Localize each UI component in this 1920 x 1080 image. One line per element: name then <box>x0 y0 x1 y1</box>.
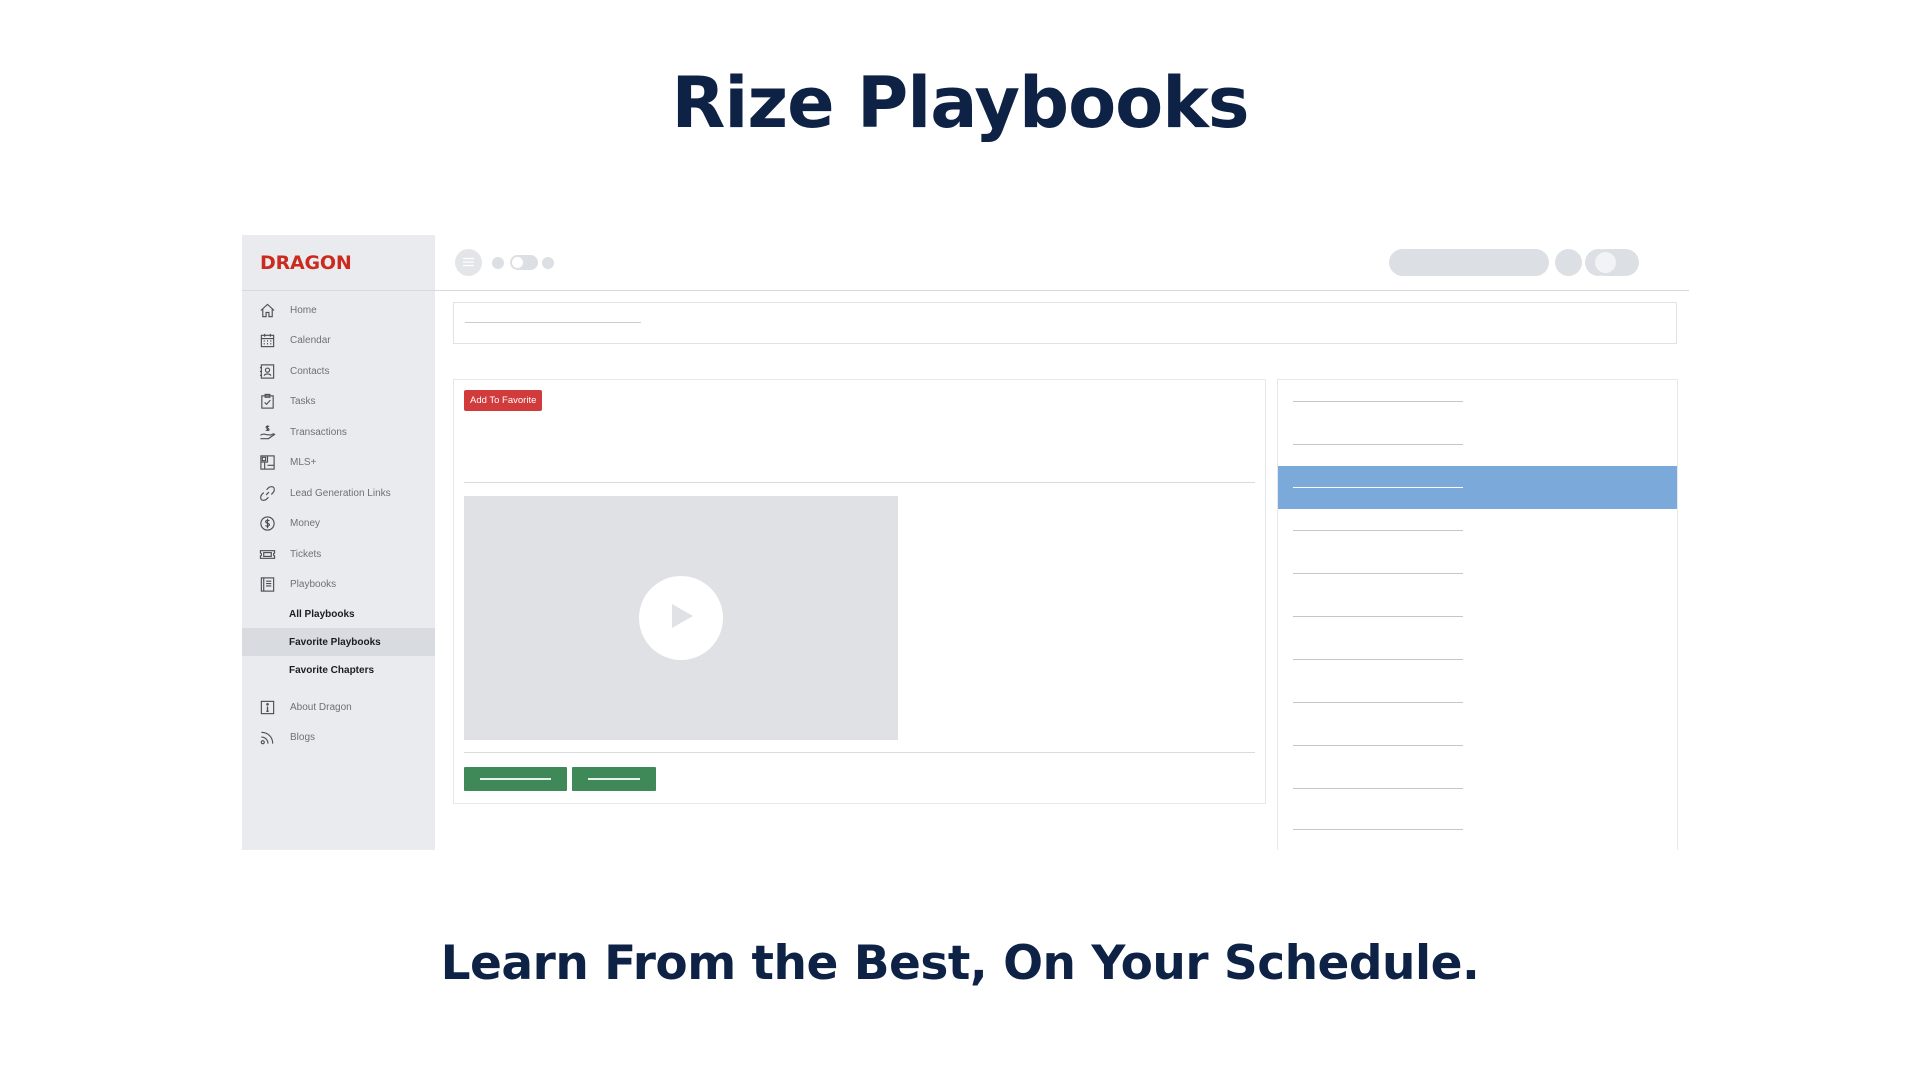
chapter-item[interactable] <box>1278 552 1677 595</box>
sidebar-item-blogs[interactable]: Blogs <box>242 723 435 754</box>
add-to-favorite-button[interactable]: Add To Favorite <box>464 390 543 411</box>
chapter-title-placeholder <box>1293 401 1463 402</box>
sidebar-subitem-all-playbooks[interactable]: All Playbooks <box>242 600 435 628</box>
chapter-title-placeholder <box>1293 573 1463 574</box>
sidebar-item-label: Playbooks <box>290 579 337 591</box>
sidebar-item-tasks[interactable]: Tasks <box>242 387 435 418</box>
book-icon <box>258 576 276 594</box>
chapter-item[interactable] <box>1278 509 1677 552</box>
chapter-item[interactable] <box>1278 808 1677 851</box>
sidebar-item-label: Calendar <box>290 335 331 347</box>
previous-chapter-button[interactable] <box>464 767 567 791</box>
play-button[interactable] <box>639 576 723 660</box>
sidebar-nav: Home Calendar Contacts Tasks Transaction… <box>242 291 435 753</box>
theme-toggle[interactable] <box>1592 249 1639 276</box>
divider <box>464 482 1255 483</box>
chapter-list <box>1277 379 1678 850</box>
app-window: DRAGON Home Calendar Contacts Tasks Tran… <box>242 235 1689 850</box>
notification-button[interactable] <box>1555 249 1582 276</box>
chapter-title-placeholder <box>1293 487 1463 488</box>
chapter-item-active[interactable] <box>1278 466 1677 509</box>
chapter-item[interactable] <box>1278 638 1677 681</box>
play-icon <box>666 601 696 636</box>
chapter-title-placeholder <box>1293 530 1463 531</box>
next-chapter-button[interactable] <box>572 767 656 791</box>
calendar-icon <box>258 332 276 350</box>
sidebar-item-calendar[interactable]: Calendar <box>242 326 435 357</box>
rss-icon <box>258 729 276 747</box>
transactions-icon <box>258 423 276 441</box>
sidebar-item-label: MLS+ <box>290 457 317 469</box>
sidebar-item-mls[interactable]: MLS+ <box>242 448 435 479</box>
breadcrumb <box>453 302 1677 344</box>
brand-name: DRAGON <box>260 251 352 274</box>
status-dot <box>492 257 504 269</box>
chapter-item[interactable] <box>1278 724 1677 767</box>
sidebar: DRAGON Home Calendar Contacts Tasks Tran… <box>242 235 435 850</box>
tasks-icon <box>258 393 276 411</box>
home-icon <box>258 301 276 319</box>
ticket-icon <box>258 545 276 563</box>
chapter-title-placeholder <box>1293 444 1463 445</box>
sidebar-item-playbooks[interactable]: Playbooks <box>242 570 435 601</box>
status-dot <box>542 257 554 269</box>
sidebar-item-label: Home <box>290 304 317 316</box>
hamburger-icon <box>462 254 475 272</box>
sidebar-subitem-favorite-chapters[interactable]: Favorite Chapters <box>242 656 435 684</box>
breadcrumb-placeholder <box>465 322 641 323</box>
button-label-placeholder <box>588 778 640 780</box>
chapter-title-placeholder <box>1293 788 1463 789</box>
chapter-title-placeholder <box>1293 659 1463 660</box>
sidebar-item-tickets[interactable]: Tickets <box>242 539 435 570</box>
chapter-item[interactable] <box>1278 681 1677 724</box>
mls-icon <box>258 454 276 472</box>
sidebar-item-transactions[interactable]: Transactions <box>242 417 435 448</box>
sidebar-item-label: Tickets <box>290 548 322 560</box>
brand-logo[interactable]: DRAGON <box>242 235 435 291</box>
chapter-item[interactable] <box>1278 595 1677 638</box>
playbook-content-card: Add To Favorite <box>453 379 1266 804</box>
sidebar-item-label: Lead Generation Links <box>290 487 391 499</box>
sidebar-item-label: Tasks <box>290 396 316 408</box>
link-icon <box>258 484 276 502</box>
chapter-title-placeholder <box>1293 829 1463 830</box>
sidebar-item-about-dragon[interactable]: About Dragon <box>242 692 435 723</box>
sidebar-item-lead-generation-links[interactable]: Lead Generation Links <box>242 478 435 509</box>
sidebar-item-label: About Dragon <box>290 701 352 713</box>
hero-subtitle: Learn From the Best, On Your Schedule. <box>440 936 1480 991</box>
sidebar-subitem-favorite-playbooks[interactable]: Favorite Playbooks <box>242 628 435 656</box>
dollar-icon <box>258 515 276 533</box>
menu-toggle-button[interactable] <box>455 249 482 276</box>
sidebar-item-home[interactable]: Home <box>242 295 435 326</box>
mode-toggle[interactable] <box>510 255 538 270</box>
hero-title: Rize Playbooks <box>671 62 1249 144</box>
search-input[interactable] <box>1389 249 1549 276</box>
chapter-title-placeholder <box>1293 616 1463 617</box>
video-player[interactable] <box>464 496 898 740</box>
chapter-title-placeholder <box>1293 702 1463 703</box>
sidebar-item-contacts[interactable]: Contacts <box>242 356 435 387</box>
sidebar-item-money[interactable]: Money <box>242 509 435 540</box>
sidebar-item-label: Money <box>290 518 321 530</box>
sidebar-item-label: Blogs <box>290 732 316 744</box>
chapter-item[interactable] <box>1278 380 1677 423</box>
divider <box>464 752 1255 753</box>
info-icon <box>258 698 276 716</box>
sidebar-item-label: Transactions <box>290 426 347 438</box>
chapter-item[interactable] <box>1278 767 1677 810</box>
chapter-item[interactable] <box>1278 423 1677 466</box>
button-label-placeholder <box>480 778 551 780</box>
sidebar-item-label: Contacts <box>290 365 330 377</box>
chapter-title-placeholder <box>1293 745 1463 746</box>
contacts-icon <box>258 362 276 380</box>
top-bar <box>435 235 1689 291</box>
